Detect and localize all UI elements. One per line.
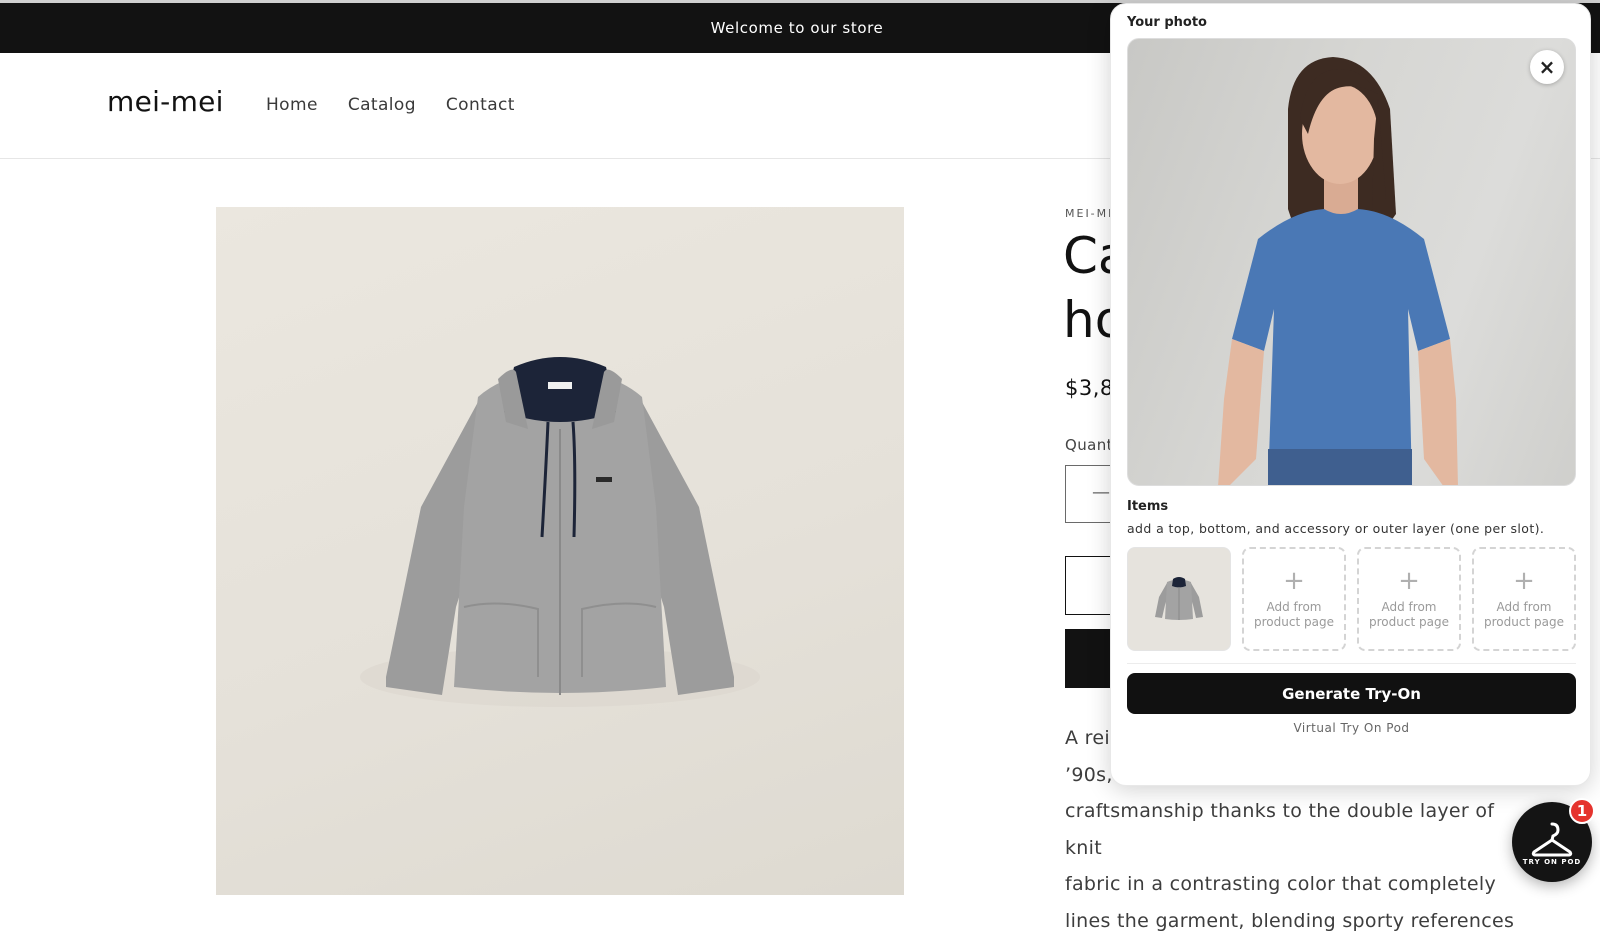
slot-label: Add from — [1267, 600, 1322, 615]
items-hint: add a top, bottom, and accessory or oute… — [1127, 521, 1544, 536]
launcher-text: TRY ON POD — [1512, 858, 1592, 866]
items-title: Items — [1127, 499, 1168, 514]
slot-label: Add from — [1497, 600, 1552, 615]
item-slot-empty[interactable]: + Add from product page — [1357, 547, 1461, 651]
user-photo-illustration — [1128, 39, 1576, 486]
product-price: $3,8 — [1065, 376, 1114, 400]
hoodie-thumbnail — [1149, 569, 1209, 629]
product-image[interactable] — [216, 207, 904, 895]
quantity-minus-button[interactable]: — — [1092, 482, 1110, 503]
your-photo-label: Your photo — [1127, 15, 1207, 30]
description-line: lines the garment, blending sporty refer… — [1065, 903, 1525, 939]
plus-icon: + — [1398, 568, 1420, 594]
plus-icon: + — [1513, 568, 1535, 594]
slot-label: product page — [1369, 615, 1449, 630]
nav-home-link[interactable]: Home — [266, 95, 318, 115]
generate-tryon-button[interactable]: Generate Try-On — [1127, 673, 1576, 714]
slot-label: Add from — [1382, 600, 1437, 615]
close-photo-button[interactable]: × — [1530, 50, 1564, 84]
slot-label: product page — [1484, 615, 1564, 630]
announcement-text: Welcome to our store — [711, 19, 884, 37]
close-icon: × — [1539, 55, 1556, 79]
nav-catalog-link[interactable]: Catalog — [348, 95, 416, 115]
quantity-label: Quant — [1065, 436, 1113, 454]
description-line: fabric in a contrasting color that compl… — [1065, 866, 1525, 903]
hoodie-illustration — [216, 207, 904, 895]
item-slot-empty[interactable]: + Add from product page — [1242, 547, 1346, 651]
item-slot-empty[interactable]: + Add from product page — [1472, 547, 1576, 651]
main-nav: Home Catalog Contact — [266, 95, 515, 115]
notification-badge: 1 — [1569, 798, 1595, 824]
store-logo[interactable]: mei-mei — [107, 85, 224, 118]
user-photo[interactable]: × — [1127, 38, 1576, 486]
item-slot-filled[interactable] — [1127, 547, 1231, 651]
powered-by-label: Virtual Try On Pod — [1111, 721, 1592, 735]
item-slots: + Add from product page + Add from produ… — [1127, 547, 1576, 651]
nav-contact-link[interactable]: Contact — [446, 95, 515, 115]
tryon-panel: Your photo × Items add a top, bottom, an… — [1110, 3, 1591, 786]
description-line: craftsmanship thanks to the double layer… — [1065, 793, 1525, 866]
plus-icon: + — [1283, 568, 1305, 594]
panel-divider — [1127, 663, 1576, 664]
slot-label: product page — [1254, 615, 1334, 630]
